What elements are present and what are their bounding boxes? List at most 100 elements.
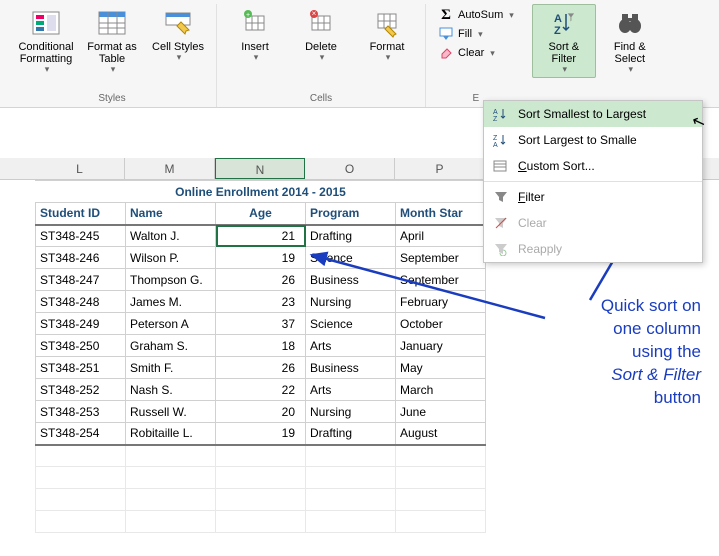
cell[interactable]: March bbox=[396, 379, 486, 401]
menu-sort-asc[interactable]: AZ Sort Smallest to Largest bbox=[484, 101, 702, 127]
cell[interactable]: Thompson G. bbox=[126, 269, 216, 291]
cells-group-label: Cells bbox=[310, 91, 332, 107]
cell[interactable]: Science bbox=[306, 313, 396, 335]
cell[interactable]: ST348-248 bbox=[36, 291, 126, 313]
fill-button[interactable]: Fill bbox=[434, 25, 518, 43]
menu-sort-desc[interactable]: ZA Sort Largest to Smalle bbox=[484, 127, 702, 153]
eraser-icon bbox=[438, 45, 454, 61]
cell[interactable]: 18 bbox=[216, 335, 306, 357]
menu-sort-desc-label: Sort Largest to Smalle bbox=[518, 133, 637, 147]
menu-filter[interactable]: Filter bbox=[484, 184, 702, 210]
format-button[interactable]: Format bbox=[355, 4, 419, 66]
cell[interactable]: Arts bbox=[306, 335, 396, 357]
find-select-button[interactable]: Find & Select bbox=[598, 4, 662, 78]
cell[interactable]: ST348-249 bbox=[36, 313, 126, 335]
hdr-name[interactable]: Name bbox=[126, 203, 216, 225]
format-label: Format bbox=[370, 41, 405, 53]
cell[interactable]: 23 bbox=[216, 291, 306, 313]
cell[interactable]: Drafting bbox=[306, 225, 396, 247]
cell[interactable]: Smith F. bbox=[126, 357, 216, 379]
cell[interactable]: Business bbox=[306, 269, 396, 291]
cell[interactable]: Wilson P. bbox=[126, 247, 216, 269]
cell[interactable]: 37 bbox=[216, 313, 306, 335]
cell-styles-button[interactable]: Cell Styles bbox=[146, 4, 210, 78]
cell[interactable]: ST348-250 bbox=[36, 335, 126, 357]
conditional-formatting-icon bbox=[30, 7, 62, 39]
col-header-P[interactable]: P bbox=[395, 158, 485, 179]
hdr-program[interactable]: Program bbox=[306, 203, 396, 225]
cell[interactable]: Nursing bbox=[306, 291, 396, 313]
hdr-month[interactable]: Month Star bbox=[396, 203, 486, 225]
col-header-O[interactable]: O bbox=[305, 158, 395, 179]
format-as-table-button[interactable]: Format as Table bbox=[80, 4, 144, 78]
table-row: ST348-254Robitaille L.19DraftingAugust bbox=[36, 423, 486, 445]
ribbon-group-editing-left: Σ AutoSum Fill Clear E bbox=[426, 4, 526, 107]
col-header-M[interactable]: M bbox=[125, 158, 215, 179]
clear-label: Clear bbox=[458, 47, 484, 59]
cell[interactable]: April bbox=[396, 225, 486, 247]
cell[interactable]: 26 bbox=[216, 357, 306, 379]
reapply-icon bbox=[492, 241, 510, 257]
styles-group-label: Styles bbox=[98, 91, 125, 107]
cell[interactable]: Robitaille L. bbox=[126, 423, 216, 445]
cell[interactable]: May bbox=[396, 357, 486, 379]
clear-filter-icon bbox=[492, 215, 510, 231]
cell[interactable]: Business bbox=[306, 357, 396, 379]
cell[interactable]: James M. bbox=[126, 291, 216, 313]
delete-label: Delete bbox=[305, 41, 337, 53]
svg-text:×: × bbox=[312, 9, 317, 18]
custom-sort-icon bbox=[492, 158, 510, 174]
cell[interactable]: Russell W. bbox=[126, 401, 216, 423]
insert-icon: + bbox=[239, 7, 271, 39]
cell[interactable]: June bbox=[396, 401, 486, 423]
insert-button[interactable]: + Insert bbox=[223, 4, 287, 66]
cell[interactable]: 26 bbox=[216, 269, 306, 291]
cell[interactable]: February bbox=[396, 291, 486, 313]
cell[interactable]: 20 bbox=[216, 401, 306, 423]
ribbon-group-editing-right: AZ Sort & Filter Find & Select bbox=[526, 4, 668, 107]
hdr-student-id[interactable]: Student ID bbox=[36, 203, 126, 225]
menu-custom-sort[interactable]: Custom Sort... bbox=[484, 153, 702, 179]
binoculars-icon bbox=[614, 7, 646, 39]
table-row: ST348-247Thompson G.26BusinessSeptember bbox=[36, 269, 486, 291]
cell[interactable]: ST348-253 bbox=[36, 401, 126, 423]
cell[interactable]: 21 bbox=[216, 225, 306, 247]
clear-button[interactable]: Clear bbox=[434, 44, 518, 62]
fill-down-icon bbox=[438, 26, 454, 42]
cell[interactable]: Graham S. bbox=[126, 335, 216, 357]
conditional-formatting-button[interactable]: Conditional Formatting bbox=[14, 4, 78, 78]
cell[interactable]: ST348-251 bbox=[36, 357, 126, 379]
cell[interactable]: Peterson A bbox=[126, 313, 216, 335]
cell[interactable]: Nash S. bbox=[126, 379, 216, 401]
autosum-label: AutoSum bbox=[458, 9, 503, 21]
cell[interactable]: Nursing bbox=[306, 401, 396, 423]
cell[interactable]: Science bbox=[306, 247, 396, 269]
cell[interactable]: January bbox=[396, 335, 486, 357]
cell[interactable]: ST348-245 bbox=[36, 225, 126, 247]
cell[interactable]: September bbox=[396, 269, 486, 291]
cell[interactable]: ST348-254 bbox=[36, 423, 126, 445]
cell[interactable]: ST348-246 bbox=[36, 247, 126, 269]
cell[interactable]: Arts bbox=[306, 379, 396, 401]
cell[interactable]: 19 bbox=[216, 423, 306, 445]
cell[interactable]: August bbox=[396, 423, 486, 445]
hdr-age[interactable]: Age bbox=[216, 203, 306, 225]
cell[interactable]: ST348-252 bbox=[36, 379, 126, 401]
sheet-title[interactable]: Online Enrollment 2014 - 2015 bbox=[36, 181, 486, 203]
cell[interactable]: 19 bbox=[216, 247, 306, 269]
format-as-table-label: Format as Table bbox=[83, 41, 141, 65]
cell[interactable]: 22 bbox=[216, 379, 306, 401]
autosum-button[interactable]: Σ AutoSum bbox=[434, 6, 518, 24]
table-row: ST348-245Walton J.21DraftingApril bbox=[36, 225, 486, 247]
delete-button[interactable]: × Delete bbox=[289, 4, 353, 66]
cell[interactable]: Walton J. bbox=[126, 225, 216, 247]
sort-asc-icon: AZ bbox=[492, 106, 510, 122]
cell[interactable]: ST348-247 bbox=[36, 269, 126, 291]
cell[interactable]: October bbox=[396, 313, 486, 335]
cell[interactable]: September bbox=[396, 247, 486, 269]
sort-filter-button[interactable]: AZ Sort & Filter bbox=[532, 4, 596, 78]
cell[interactable]: Drafting bbox=[306, 423, 396, 445]
anno-l4: Sort & Filter bbox=[611, 365, 701, 384]
col-header-L[interactable]: L bbox=[35, 158, 125, 179]
col-header-N[interactable]: N bbox=[215, 158, 305, 179]
